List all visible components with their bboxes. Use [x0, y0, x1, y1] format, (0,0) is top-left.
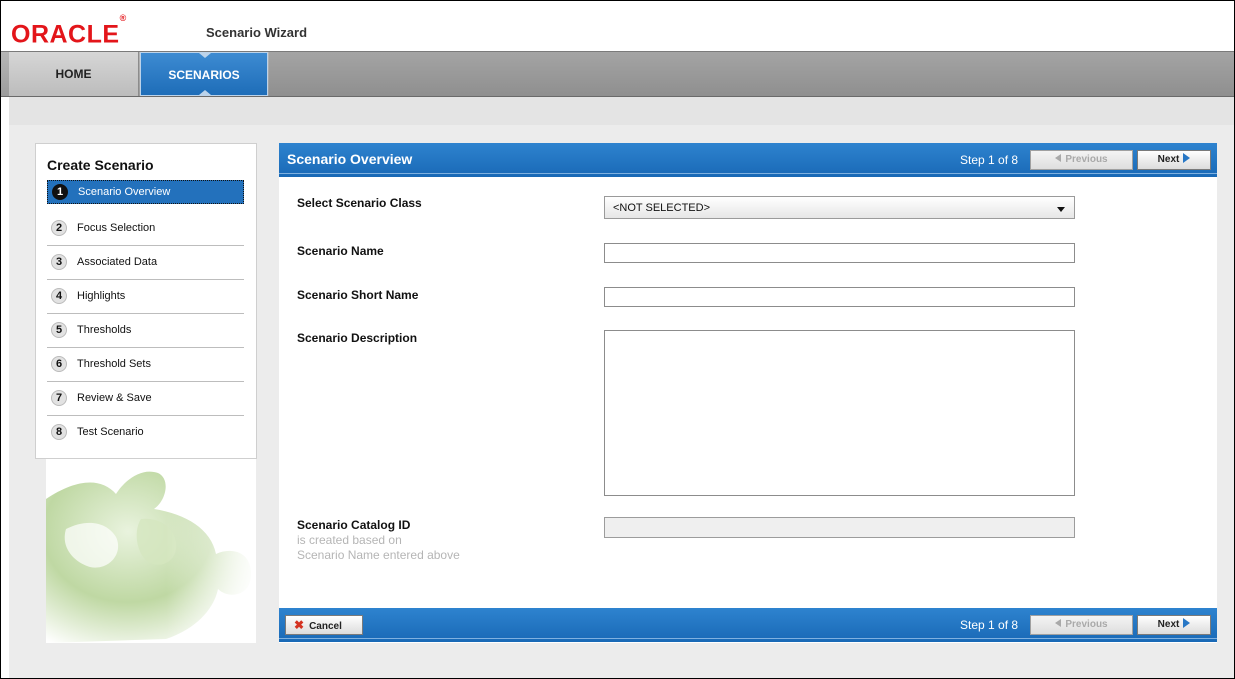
catalog-id-hint-line2: Scenario Name entered above: [297, 548, 460, 562]
step-label: Review & Save: [77, 392, 152, 404]
step-number: 2: [51, 220, 67, 236]
step-number: 3: [51, 254, 67, 270]
catalog-id-hint-line1: is created based on: [297, 533, 402, 547]
scenario-short-name-label: Scenario Short Name: [297, 288, 419, 302]
previous-label: Previous: [1065, 154, 1108, 165]
step-indicator: Step 1 of 8: [960, 153, 1019, 167]
wizard-header-bar: Scenario Overview Step 1 of 8 Previous N…: [279, 143, 1217, 177]
scenario-description-textarea[interactable]: [604, 330, 1075, 496]
next-label: Next: [1157, 619, 1180, 630]
cancel-button[interactable]: ✖ Cancel: [285, 615, 363, 635]
nav-tab-home[interactable]: HOME: [9, 52, 139, 96]
scenario-class-select[interactable]: <NOT SELECTED>: [604, 196, 1075, 219]
nav-tab-scenarios[interactable]: SCENARIOS: [140, 52, 268, 96]
step-item-test-scenario[interactable]: 8 Test Scenario: [47, 416, 244, 449]
step-label: Highlights: [77, 290, 126, 302]
step-label: Associated Data: [77, 256, 158, 268]
scenario-catalog-id-field: [604, 517, 1075, 538]
header-bar-rule: [279, 173, 1217, 174]
step-item-thresholds[interactable]: 5 Thresholds: [47, 314, 244, 348]
active-tab-indicator-top: [199, 53, 211, 58]
triangle-right-icon: [1183, 153, 1191, 164]
scenario-class-label: Select Scenario Class: [297, 196, 422, 210]
oracle-logo: ORACLE®: [11, 13, 127, 49]
step-number: 1: [52, 184, 68, 200]
triangle-left-icon: [1055, 619, 1062, 628]
step-item-focus-selection[interactable]: 2 Focus Selection: [47, 212, 244, 246]
puzzle-piece-icon: [46, 459, 256, 643]
step-number: 5: [51, 322, 67, 338]
triangle-left-icon: [1055, 154, 1062, 163]
scenario-class-value: <NOT SELECTED>: [613, 202, 710, 214]
step-indicator-footer: Step 1 of 8: [960, 618, 1019, 632]
step-number: 8: [51, 424, 67, 440]
step-item-review-save[interactable]: 7 Review & Save: [47, 382, 244, 416]
nav-bar-filler: [269, 52, 1234, 96]
previous-button-footer[interactable]: Previous: [1030, 615, 1133, 635]
cancel-label: Cancel: [309, 621, 342, 632]
footer-bar-rule: [279, 638, 1217, 639]
scenario-catalog-id-label: Scenario Catalog ID: [297, 518, 411, 532]
step-item-associated-data[interactable]: 3 Associated Data: [47, 246, 244, 280]
logo-text: ORACLE: [11, 20, 120, 49]
content-top-strip: [9, 97, 1234, 125]
steps-panel: Create Scenario 1 Scenario Overview 2 Fo…: [35, 143, 257, 459]
step-item-threshold-sets[interactable]: 6 Threshold Sets: [47, 348, 244, 382]
active-tab-indicator-bottom: [199, 90, 211, 95]
wizard-footer-bar: ✖ Cancel Step 1 of 8 Previous Next: [279, 608, 1217, 642]
app-window: ORACLE® Scenario Wizard HOME SCENARIOS C…: [0, 0, 1235, 679]
logo-mark: ®: [119, 13, 127, 23]
step-number: 4: [51, 288, 67, 304]
scenario-description-label: Scenario Description: [297, 331, 418, 345]
steps-panel-title: Create Scenario: [47, 157, 154, 173]
previous-label: Previous: [1065, 619, 1108, 630]
scenario-name-label: Scenario Name: [297, 244, 384, 258]
scenario-short-name-input[interactable]: [604, 287, 1075, 307]
chevron-down-icon: [1057, 207, 1065, 212]
scenario-name-input[interactable]: [604, 243, 1075, 263]
x-icon: ✖: [294, 618, 305, 632]
step-label: Scenario Overview: [78, 186, 171, 198]
step-label: Test Scenario: [77, 426, 144, 438]
previous-button[interactable]: Previous: [1030, 150, 1133, 170]
nav-tab-scenarios-label: SCENARIOS: [168, 68, 240, 82]
step-number: 7: [51, 390, 67, 406]
next-label: Next: [1157, 154, 1180, 165]
next-button[interactable]: Next: [1137, 150, 1211, 170]
step-label: Threshold Sets: [77, 358, 151, 370]
app-title: Scenario Wizard: [206, 25, 308, 40]
step-number: 6: [51, 356, 67, 372]
step-label: Thresholds: [77, 324, 132, 336]
nav-bar: HOME SCENARIOS: [1, 51, 1234, 97]
triangle-right-icon: [1183, 618, 1191, 629]
step-label: Focus Selection: [77, 222, 156, 234]
header: ORACLE® Scenario Wizard: [1, 1, 1234, 51]
step-item-highlights[interactable]: 4 Highlights: [47, 280, 244, 314]
wizard-panel: Scenario Overview Step 1 of 8 Previous N…: [279, 143, 1217, 643]
step-item-scenario-overview[interactable]: 1 Scenario Overview: [47, 180, 244, 204]
next-button-footer[interactable]: Next: [1137, 615, 1211, 635]
section-title: Scenario Overview: [287, 151, 413, 167]
